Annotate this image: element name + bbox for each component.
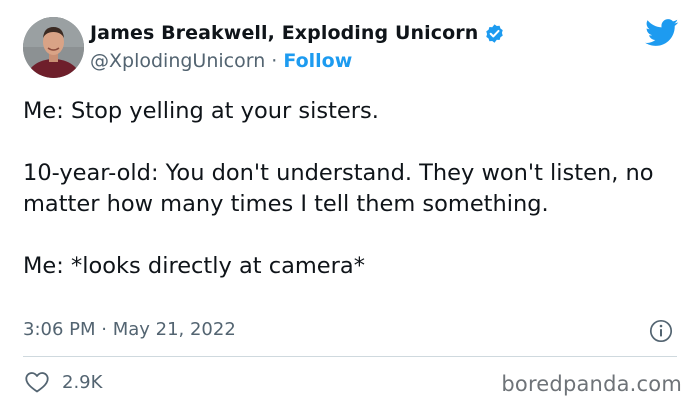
avatar-image [23, 17, 84, 78]
author-name[interactable]: James Breakwell, Exploding Unicorn [90, 22, 478, 44]
tweet-line: Me: Stop yelling at your sisters. [23, 98, 379, 124]
heart-icon [25, 372, 49, 393]
avatar[interactable] [23, 17, 84, 78]
verified-badge-icon [484, 23, 505, 44]
follow-button[interactable]: Follow [283, 50, 352, 72]
author-name-row: James Breakwell, Exploding Unicorn [90, 22, 505, 44]
like-button[interactable]: 2.9K [24, 370, 102, 394]
handle-row: @XplodingUnicorn · Follow [90, 50, 352, 72]
author-handle[interactable]: @XplodingUnicorn [90, 50, 265, 72]
tweet-text: Me: Stop yelling at your sisters. 10-yea… [23, 96, 663, 282]
tweet-line: Me: *looks directly at camera* [23, 253, 365, 279]
tweet-card: James Breakwell, Exploding Unicorn @Xplo… [0, 0, 700, 410]
tweet-line: 10-year-old: You don't understand. They … [23, 160, 654, 217]
tweet-timestamp[interactable]: 3:06 PM · May 21, 2022 [23, 319, 236, 340]
twitter-bird-icon[interactable] [645, 19, 679, 47]
like-count: 2.9K [62, 371, 103, 393]
separator: · [271, 50, 278, 72]
info-icon[interactable] [649, 319, 673, 343]
watermark: boredpanda.com [501, 372, 682, 396]
divider [23, 356, 677, 357]
